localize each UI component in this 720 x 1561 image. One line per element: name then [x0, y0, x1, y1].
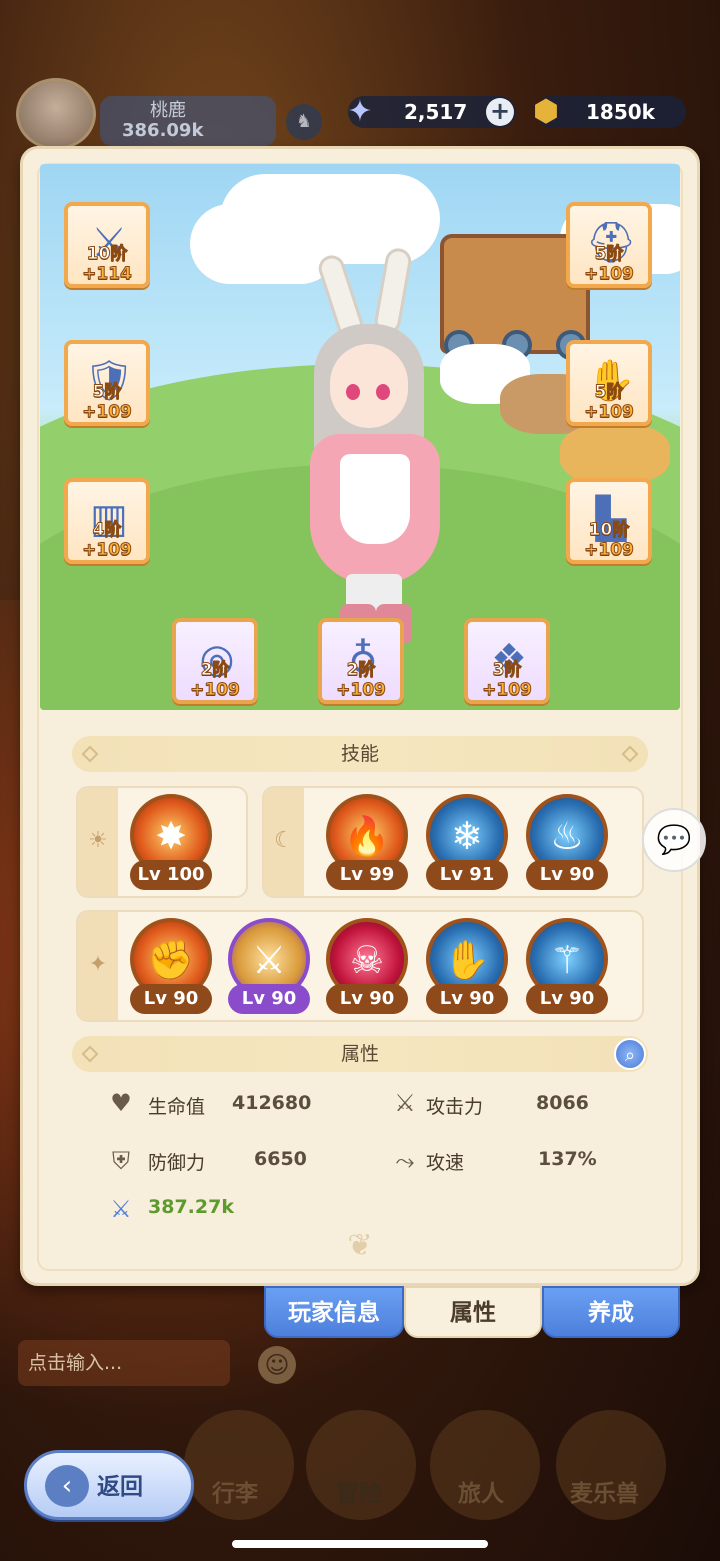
equip-tier: 5阶	[594, 244, 624, 265]
player-name: 桃鹿	[150, 100, 186, 121]
shield-icon: ⛨	[112, 1147, 130, 1175]
skill-level: Lv 90	[130, 984, 212, 1014]
skill-level: Lv 91	[426, 860, 508, 890]
star-icon: ✦	[88, 952, 108, 977]
hp-value: 412680	[232, 1092, 312, 1114]
speed-value: 137%	[538, 1148, 597, 1170]
skill-level: Lv 99	[326, 860, 408, 890]
skill-level: Lv 90	[526, 984, 608, 1014]
character-model[interactable]	[270, 244, 470, 644]
gem-value: 2,517	[404, 100, 468, 124]
speed-label: 攻速	[426, 1152, 465, 1174]
equip-boots[interactable]: ▙ 10阶+109	[566, 478, 652, 564]
combat-power-value: 387.27k	[148, 1196, 234, 1218]
star-gem-icon: ✦	[347, 94, 373, 129]
fox-ornament: ❦	[347, 1228, 373, 1263]
equip-plus: +109	[190, 680, 241, 701]
back-label: 返回	[97, 1474, 143, 1500]
gem-counter: ✦ 2,517 +	[347, 94, 516, 129]
equip-helmet[interactable]: ⛑ 5阶+109	[566, 202, 652, 288]
equip-tier: 2阶	[200, 660, 230, 681]
gold-value: 1850k	[586, 100, 655, 124]
back-arrow-icon: ‹	[45, 1465, 89, 1507]
tab-attributes[interactable]: 属性	[404, 1286, 542, 1338]
skill-level: Lv 90	[228, 984, 310, 1014]
nav-pet-label: 麦乐兽	[570, 1481, 639, 1507]
skill-slot[interactable]: ✋ Lv 90	[422, 916, 512, 1020]
attack-label: 攻击力	[426, 1096, 484, 1118]
equip-plus: +109	[584, 540, 635, 561]
skill-slot[interactable]: ♨ Lv 90	[522, 792, 612, 896]
equip-necklace[interactable]: ♁ 2阶+109	[318, 618, 404, 704]
skills-header: 技能	[72, 736, 648, 772]
crossed-swords-icon: ⚔	[394, 1089, 416, 1117]
attack-value: 8066	[536, 1092, 589, 1114]
skill-slot[interactable]: ✊ Lv 90	[126, 916, 216, 1020]
nav-luggage-label: 行李	[212, 1481, 258, 1507]
nav-adventure-label: 冒险	[336, 1481, 382, 1507]
player-power: 386.09k	[122, 120, 204, 141]
skill-level: Lv 90	[526, 860, 608, 890]
equip-plus: +109	[82, 540, 133, 561]
equip-plus: +109	[584, 402, 635, 423]
gold-counter: ⬢ 1850k	[533, 94, 686, 129]
equip-tier: 5阶	[92, 382, 122, 403]
equip-tier: 5阶	[594, 382, 624, 403]
skill-slot[interactable]: ✸ Lv 100	[126, 792, 216, 896]
equip-plus: +109	[584, 264, 635, 285]
skill-slot[interactable]: ⚚ Lv 90	[522, 916, 612, 1020]
avatar[interactable]	[16, 78, 96, 150]
skill-slot[interactable]: ☠ Lv 90	[322, 916, 412, 1020]
tab-player-info[interactable]: 玩家信息	[264, 1286, 404, 1338]
skills-title: 技能	[340, 743, 379, 765]
speed-icon: ⤳	[395, 1147, 415, 1175]
equip-plus: +109	[82, 402, 133, 423]
equip-weapon[interactable]: ⚔ 10阶+114	[64, 202, 150, 288]
equip-pants[interactable]: ▥ 4阶+109	[64, 478, 150, 564]
equip-tier: 2阶	[346, 660, 376, 681]
attributes-header: 属性	[72, 1036, 648, 1072]
add-gems-button[interactable]: +	[486, 98, 514, 126]
skill-level: Lv 90	[426, 984, 508, 1014]
nav-traveler-label: 旅人	[458, 1481, 504, 1507]
skill-level: Lv 100	[130, 860, 212, 890]
equip-plus: +109	[482, 680, 533, 701]
moon-icon: ☾	[274, 828, 294, 853]
equip-tier: 3阶	[492, 660, 522, 681]
combat-power-icon: ⚔	[110, 1195, 132, 1223]
equip-tier: 10阶	[86, 244, 128, 265]
equip-amulet[interactable]: ❖ 3阶+109	[464, 618, 550, 704]
skill-slot[interactable]: ⚔ Lv 90	[224, 916, 314, 1020]
equip-plus: +114	[82, 264, 133, 285]
equip-tier: 4阶	[92, 520, 122, 541]
skill-level: Lv 90	[326, 984, 408, 1014]
hp-label: 生命值	[148, 1096, 206, 1118]
equip-gloves[interactable]: ✋ 5阶+109	[566, 340, 652, 426]
chat-bubble-icon[interactable]: 💬	[642, 808, 706, 872]
equip-plus: +109	[336, 680, 387, 701]
chat-input[interactable]: 点击输入...	[18, 1340, 230, 1386]
attributes-title: 属性	[340, 1043, 379, 1065]
lion	[560, 424, 670, 484]
tab-develop[interactable]: 养成	[542, 1286, 680, 1338]
sun-icon: ☀	[88, 828, 108, 853]
back-button[interactable]: ‹ 返回	[24, 1450, 194, 1520]
search-button[interactable]: ⌕	[614, 1038, 646, 1070]
emoji-icon[interactable]: ☺	[258, 1346, 296, 1384]
guild-icon[interactable]: ♞	[286, 104, 322, 140]
heart-icon: ♥	[110, 1089, 132, 1117]
skill-slot[interactable]: 🔥 Lv 99	[322, 792, 412, 896]
equip-tier: 10阶	[588, 520, 630, 541]
equip-ring[interactable]: ◎ 2阶+109	[172, 618, 258, 704]
defense-label: 防御力	[148, 1152, 206, 1174]
home-indicator[interactable]	[232, 1540, 488, 1548]
skill-slot[interactable]: ❄ Lv 91	[422, 792, 512, 896]
coin-icon: ⬢	[532, 94, 560, 129]
equip-armor[interactable]: 🛡 5阶+109	[64, 340, 150, 426]
defense-value: 6650	[254, 1148, 307, 1170]
